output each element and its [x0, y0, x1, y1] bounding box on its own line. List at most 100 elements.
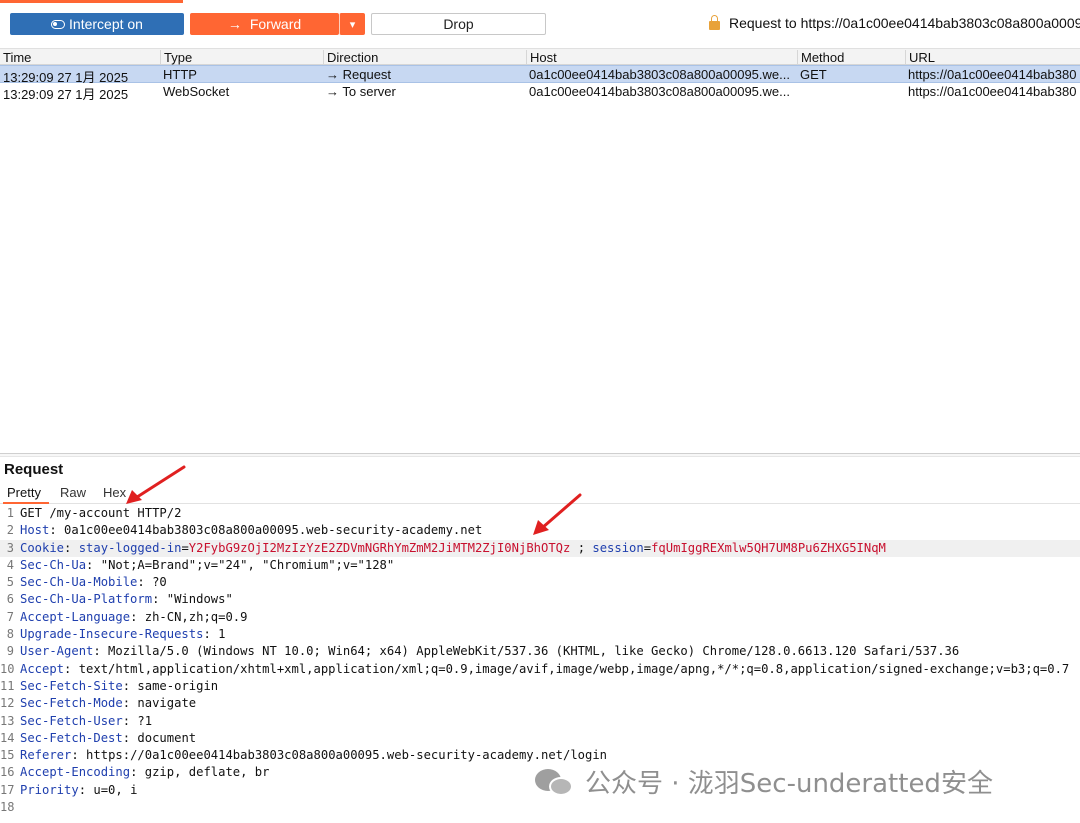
request-panel-title: Request — [4, 461, 64, 478]
header-value: gzip, deflate, br — [137, 765, 270, 780]
header-name: Referer — [20, 748, 72, 763]
column-header-host[interactable]: Host — [526, 50, 797, 65]
table-header: Time Type Direction Host Method URL — [0, 48, 1080, 65]
watermark: 公众号 · 泷羽Sec-underatted安全 — [535, 763, 993, 800]
line-number: 5 — [6, 575, 14, 590]
cookie-name: session — [592, 540, 644, 555]
intercept-label: Intercept on — [69, 16, 143, 32]
intercept-toggle-button[interactable]: Intercept on — [10, 13, 184, 35]
header-name: Sec-Fetch-User — [20, 713, 123, 728]
request-line: 3 Cookie: stay-logged-in=Y2FybG9zOjI2MzI… — [0, 539, 1080, 557]
request-line: 18 — [0, 799, 1080, 816]
row-url: https://0a1c00ee0414bab380 — [908, 67, 1077, 82]
request-line: 14 Sec-Fetch-Dest: document — [0, 730, 1080, 747]
request-line: 8 Upgrade-Insecure-Requests: 1 — [0, 626, 1080, 643]
request-line: 15 Referer: https://0a1c00ee0414bab3803c… — [0, 747, 1080, 764]
header-name: Accept — [20, 661, 65, 676]
cookie-value: Y2FybG9zOjI2MzIzYzE2ZDVmNGRhYmZmM2JiMTM2… — [188, 540, 571, 555]
header-value: "Not;A=Brand";v="24", "Chromium";v="128" — [93, 557, 395, 572]
line-number: 17 — [0, 782, 15, 797]
table-row[interactable]: 13:29:09 27 1月 2025 HTTP → Request 0a1c0… — [0, 65, 1080, 85]
header-name: Sec-Fetch-Mode — [20, 696, 123, 711]
header-value: 0a1c00ee0414bab3803c08a800a00095.web-sec… — [56, 523, 483, 538]
request-line: 11 Sec-Fetch-Site: same-origin — [0, 678, 1080, 695]
lock-icon — [709, 14, 720, 30]
line-number: 13 — [0, 713, 15, 728]
header-name: Sec-Fetch-Dest — [20, 730, 123, 745]
header-name: Sec-Ch-Ua-Platform — [20, 592, 153, 607]
header-value: Mozilla/5.0 (Windows NT 10.0; Win64; x64… — [100, 644, 960, 659]
cookie-name: stay-logged-in — [78, 540, 182, 555]
line-number: 16 — [0, 765, 15, 780]
line-number: 6 — [6, 592, 14, 607]
watermark-text: 公众号 · 泷羽Sec-underatted安全 — [585, 769, 993, 799]
header-name: Accept-Encoding — [20, 765, 131, 780]
annotation-arrow-icon — [533, 493, 582, 535]
header-name: Accept-Language — [20, 609, 131, 624]
request-line: 12 Sec-Fetch-Mode: navigate — [0, 695, 1080, 712]
row-method: GET — [800, 67, 827, 82]
intercept-table: Time Type Direction Host Method URL 13:2… — [0, 48, 1080, 102]
proxy-toolbar: Intercept on → Forward ▾ Drop Request to… — [0, 0, 1080, 48]
line-number: 4 — [6, 557, 14, 572]
request-line: 9 User-Agent: Mozilla/5.0 (Windows NT 10… — [0, 643, 1080, 660]
line-number: 8 — [6, 627, 14, 642]
forward-button[interactable]: → Forward — [190, 13, 339, 35]
request-target-label: Request to https://0a1c00ee0414bab3803c0… — [729, 15, 1080, 31]
line-number: 11 — [0, 678, 15, 693]
tab-raw[interactable]: Raw — [60, 485, 86, 500]
line-number: 2 — [6, 523, 14, 538]
line-number: 14 — [0, 730, 15, 745]
header-value: zh-CN,zh;q=0.9 — [137, 609, 248, 624]
line-text: GET /my-account HTTP/2 — [20, 506, 182, 520]
column-header-time[interactable]: Time — [0, 50, 160, 65]
active-tab-indicator — [0, 0, 183, 3]
column-header-url[interactable]: URL — [905, 50, 1080, 65]
row-url: https://0a1c00ee0414bab380 — [908, 84, 1077, 99]
row-direction: → Request — [326, 67, 392, 82]
header-value: 1 — [210, 627, 226, 642]
header-value: text/html,application/xhtml+xml,applicat… — [71, 661, 1070, 676]
request-line: 10 Accept: text/html,application/xhtml+x… — [0, 661, 1080, 678]
cookie-value: fqUmIggREXmlw5QH7UM8Pu6ZHXG5INqM — [651, 540, 886, 555]
header-name: Priority — [20, 782, 79, 797]
column-header-method[interactable]: Method — [797, 50, 905, 65]
table-row[interactable]: 13:29:09 27 1月 2025 WebSocket → To serve… — [0, 83, 1080, 102]
line-number: 1 — [6, 506, 14, 520]
header-name: User-Agent — [20, 644, 94, 659]
header-value: navigate — [130, 696, 197, 711]
header-value: document — [130, 730, 197, 745]
wechat-icon — [535, 767, 575, 797]
header-name: Sec-Fetch-Site — [20, 678, 123, 693]
row-direction: → To server — [326, 84, 396, 99]
header-value: same-origin — [130, 678, 219, 693]
split-pane-divider[interactable] — [0, 453, 1080, 457]
request-target: Request to https://0a1c00ee0414bab3803c0… — [709, 14, 1080, 31]
column-header-direction[interactable]: Direction — [323, 50, 526, 65]
arrow-right-icon: → — [227, 16, 242, 32]
request-line: 4 Sec-Ch-Ua: "Not;A=Brand";v="24", "Chro… — [0, 557, 1080, 574]
line-number: 10 — [0, 661, 15, 676]
row-type: HTTP — [163, 67, 197, 82]
toggle-icon — [51, 19, 66, 29]
header-name: Host — [20, 523, 50, 538]
annotation-arrow-icon — [126, 465, 186, 504]
line-number: 15 — [0, 748, 15, 763]
header-value: u=0, i — [86, 782, 138, 797]
tab-pretty[interactable]: Pretty — [7, 485, 41, 500]
line-number: 12 — [0, 696, 15, 711]
row-type: WebSocket — [163, 84, 230, 99]
drop-button[interactable]: Drop — [371, 13, 546, 35]
request-line: 13 Sec-Fetch-User: ?1 — [0, 713, 1080, 730]
header-name: Cookie — [20, 540, 65, 555]
header-value: "Windows" — [159, 592, 233, 607]
request-line: 6 Sec-Ch-Ua-Platform: "Windows" — [0, 591, 1080, 608]
line-number: 7 — [6, 609, 14, 624]
forward-label: Forward — [249, 16, 302, 32]
row-host: 0a1c00ee0414bab3803c08a800a00095.we... — [529, 67, 790, 82]
header-value: https://0a1c00ee0414bab3803c08a800a00095… — [78, 748, 608, 763]
forward-options-button[interactable]: ▾ — [339, 13, 365, 35]
line-number: 3 — [6, 540, 14, 555]
column-header-type[interactable]: Type — [160, 50, 323, 65]
header-name: Sec-Ch-Ua-Mobile — [20, 575, 138, 590]
